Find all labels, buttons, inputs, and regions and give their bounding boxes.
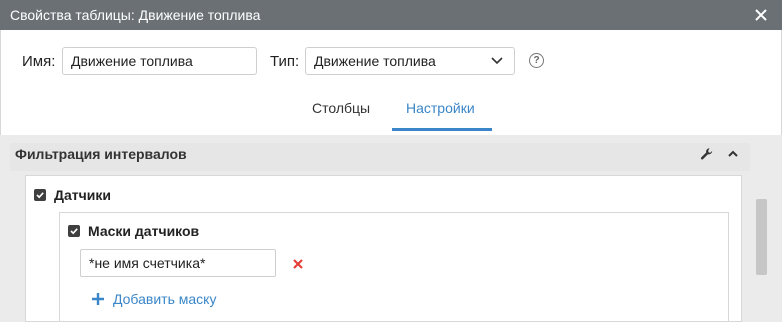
section-title: Фильтрация интервалов [15, 146, 187, 162]
tab-columns[interactable]: Столбцы [312, 100, 370, 116]
sensor-masks-label: Маски датчиков [88, 223, 200, 239]
delete-x-icon[interactable] [293, 259, 303, 269]
tab-settings[interactable]: Настройки [406, 100, 475, 116]
add-mask-button[interactable]: Добавить маску [92, 291, 216, 307]
mask-input[interactable]: *не имя счетчика* [80, 249, 276, 277]
sensor-masks-checkbox[interactable] [68, 225, 80, 237]
chevron-down-icon [491, 57, 503, 65]
sensors-checkbox[interactable] [34, 189, 46, 201]
window-title: Свойства таблицы: Движение топлива [10, 7, 261, 23]
scrollbar-thumb[interactable] [756, 199, 767, 275]
sensors-panel: Датчики Маски датчиков *не имя счетчика*… [25, 175, 742, 322]
name-label: Имя: [22, 53, 56, 70]
title-bar: Свойства таблицы: Движение топлива [0, 0, 782, 30]
sensors-label: Датчики [54, 187, 111, 203]
active-tab-indicator [392, 128, 492, 131]
check-icon [36, 192, 44, 199]
wrench-icon[interactable] [700, 147, 714, 161]
type-select-value: Движение топлива [314, 53, 436, 69]
name-input[interactable]: Движение топлива [62, 47, 257, 75]
type-select[interactable]: Движение топлива [305, 47, 515, 75]
help-glyph: ? [533, 55, 540, 66]
add-mask-label: Добавить маску [113, 291, 217, 307]
sensor-masks-panel: Маски датчиков *не имя счетчика* Добавит… [59, 212, 729, 322]
close-icon[interactable] [754, 8, 768, 22]
name-input-value: Движение топлива [71, 53, 193, 69]
plus-icon [92, 293, 104, 305]
check-icon [70, 228, 78, 235]
properties-header: Имя: Движение топлива Тип: Движение топл… [0, 30, 782, 135]
settings-content: Фильтрация интервалов Датчики Маски датч… [0, 135, 782, 322]
type-label: Тип: [270, 53, 300, 70]
help-icon[interactable]: ? [529, 53, 544, 68]
mask-input-value: *не имя счетчика* [89, 255, 206, 271]
chevron-up-icon[interactable] [727, 147, 739, 161]
